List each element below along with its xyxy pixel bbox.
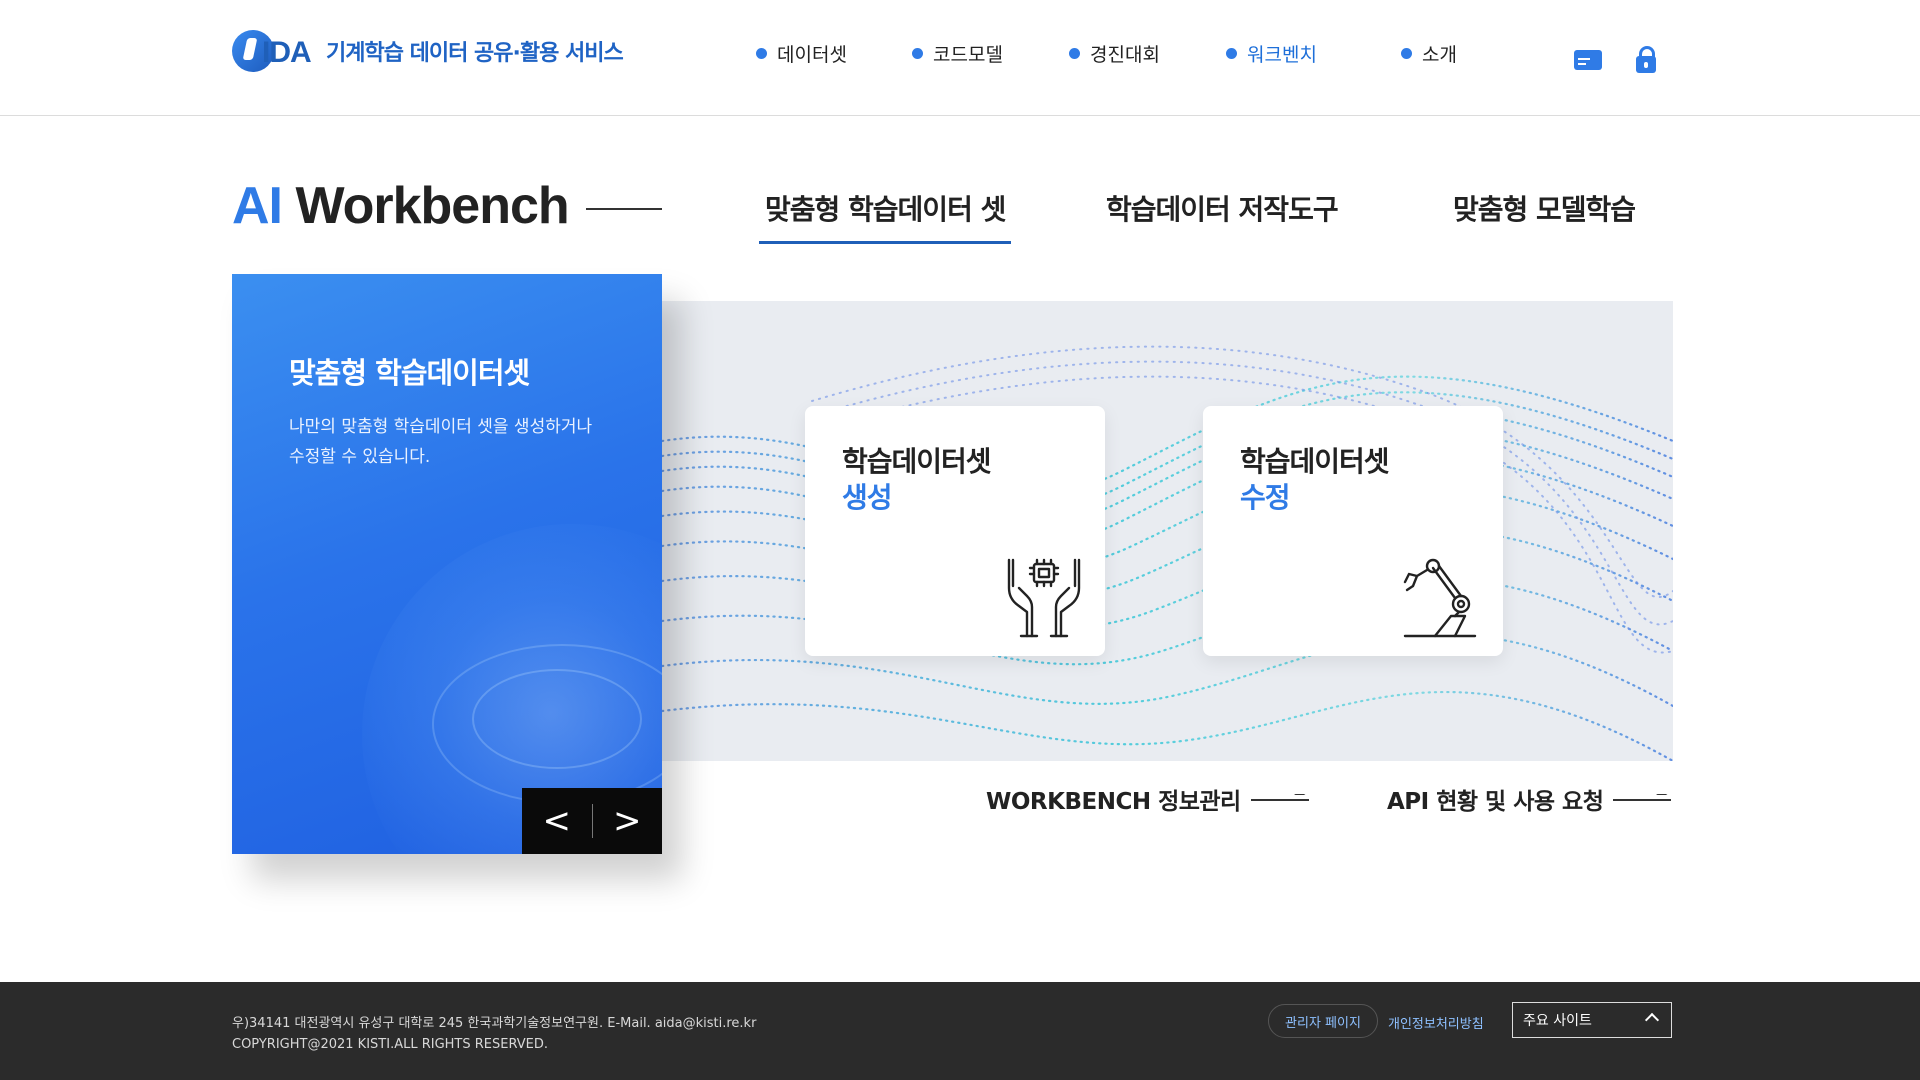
- nav-item-label: 워크벤치: [1247, 44, 1317, 66]
- nav-item-code-model[interactable]: 코드모델: [912, 40, 1003, 67]
- family-site-select[interactable]: 주요 사이트: [1512, 1002, 1672, 1038]
- nav-bullet-icon: [756, 48, 767, 59]
- nav-item-workbench[interactable]: 워크벤치: [1226, 40, 1317, 67]
- link-label: WORKBENCH 정보관리: [986, 789, 1241, 815]
- chevron-right-icon: >: [613, 801, 642, 841]
- title-divider: [586, 208, 662, 210]
- login-button[interactable]: [1631, 45, 1661, 74]
- chevron-left-icon: <: [542, 801, 572, 841]
- membership-button[interactable]: [1573, 46, 1603, 74]
- card-subtitle: 생성: [842, 481, 893, 514]
- nav-bullet-icon: [1226, 48, 1237, 59]
- chevron-up-icon: [1644, 1012, 1660, 1028]
- nav-item-label: 데이터셋: [777, 44, 847, 66]
- api-status-link[interactable]: API 현황 및 사용 요청: [1387, 782, 1672, 816]
- lock-icon: [1636, 45, 1656, 73]
- panel-description-line: 나만의 맞춤형 학습데이터 셋을 생성하거나: [289, 417, 593, 437]
- hands-chip-icon: [1007, 558, 1081, 638]
- arrow-right-icon: [1250, 794, 1309, 804]
- privacy-policy-link[interactable]: 개인정보처리방침: [1388, 1013, 1484, 1032]
- arrow-right-icon: [1613, 794, 1672, 804]
- nav-item-about[interactable]: 소개: [1401, 40, 1457, 67]
- page-title: AI Workbench: [232, 176, 570, 236]
- intro-panel: 맞춤형 학습데이터셋 나만의 맞춤형 학습데이터 셋을 생성하거나 수정할 수 …: [232, 274, 662, 854]
- card-create-dataset[interactable]: 학습데이터셋 생성: [805, 406, 1105, 656]
- footer-copyright: COPYRIGHT@2021 KISTI.ALL RIGHTS RESERVED…: [232, 1037, 549, 1052]
- nav-bullet-icon: [1069, 48, 1080, 59]
- nav-item-competition[interactable]: 경진대회: [1069, 40, 1160, 67]
- tab-custom-dataset[interactable]: 맞춤형 학습데이터 셋: [758, 188, 1012, 244]
- next-slide-button[interactable]: >: [593, 788, 663, 854]
- page-title-ai: AI: [232, 177, 283, 235]
- workbench-info-link[interactable]: WORKBENCH 정보관리: [986, 782, 1309, 816]
- card-title: 학습데이터셋: [842, 445, 992, 478]
- nav-item-label: 코드모델: [933, 44, 1003, 66]
- site-header: IDA 기계학습 데이터 공유·활용 서비스 데이터셋 코드모델 경진대회 워크…: [0, 0, 1920, 116]
- tab-custom-model-training[interactable]: 맞춤형 모델학습: [1453, 188, 1636, 228]
- site-footer: 우)34141 대전광역시 유성구 대학로 245 한국과학기술정보연구원. E…: [0, 982, 1920, 1080]
- nav-bullet-icon: [912, 48, 923, 59]
- footer-address: 우)34141 대전광역시 유성구 대학로 245 한국과학기술정보연구원. E…: [232, 1016, 757, 1031]
- nav-item-dataset[interactable]: 데이터셋: [756, 40, 847, 67]
- card-edit-dataset[interactable]: 학습데이터셋 수정: [1203, 406, 1503, 656]
- tab-authoring-tool[interactable]: 학습데이터 저작도구: [1106, 188, 1339, 228]
- card-title: 학습데이터셋: [1240, 445, 1390, 478]
- brain-ring-decoration: [472, 669, 642, 769]
- nav-item-label: 소개: [1422, 44, 1457, 66]
- nav-item-label: 경진대회: [1090, 44, 1160, 66]
- admin-page-button[interactable]: 관리자 페이지: [1268, 1004, 1378, 1038]
- robot-arm-icon: [1403, 558, 1477, 638]
- page-title-workbench: Workbench: [282, 177, 569, 235]
- card-subtitle: 수정: [1240, 481, 1291, 514]
- link-label: API 현황 및 사용 요청: [1387, 789, 1604, 815]
- family-site-label: 주요 사이트: [1523, 1013, 1592, 1029]
- slide-pager: < >: [522, 788, 662, 854]
- prev-slide-button[interactable]: <: [522, 788, 592, 854]
- nav-bullet-icon: [1401, 48, 1412, 59]
- panel-title: 맞춤형 학습데이터셋: [289, 356, 530, 390]
- panel-description-line: 수정할 수 있습니다.: [289, 447, 431, 467]
- panel-description: 나만의 맞춤형 학습데이터 셋을 생성하거나 수정할 수 있습니다.: [289, 412, 629, 472]
- membership-card-icon: [1574, 50, 1602, 70]
